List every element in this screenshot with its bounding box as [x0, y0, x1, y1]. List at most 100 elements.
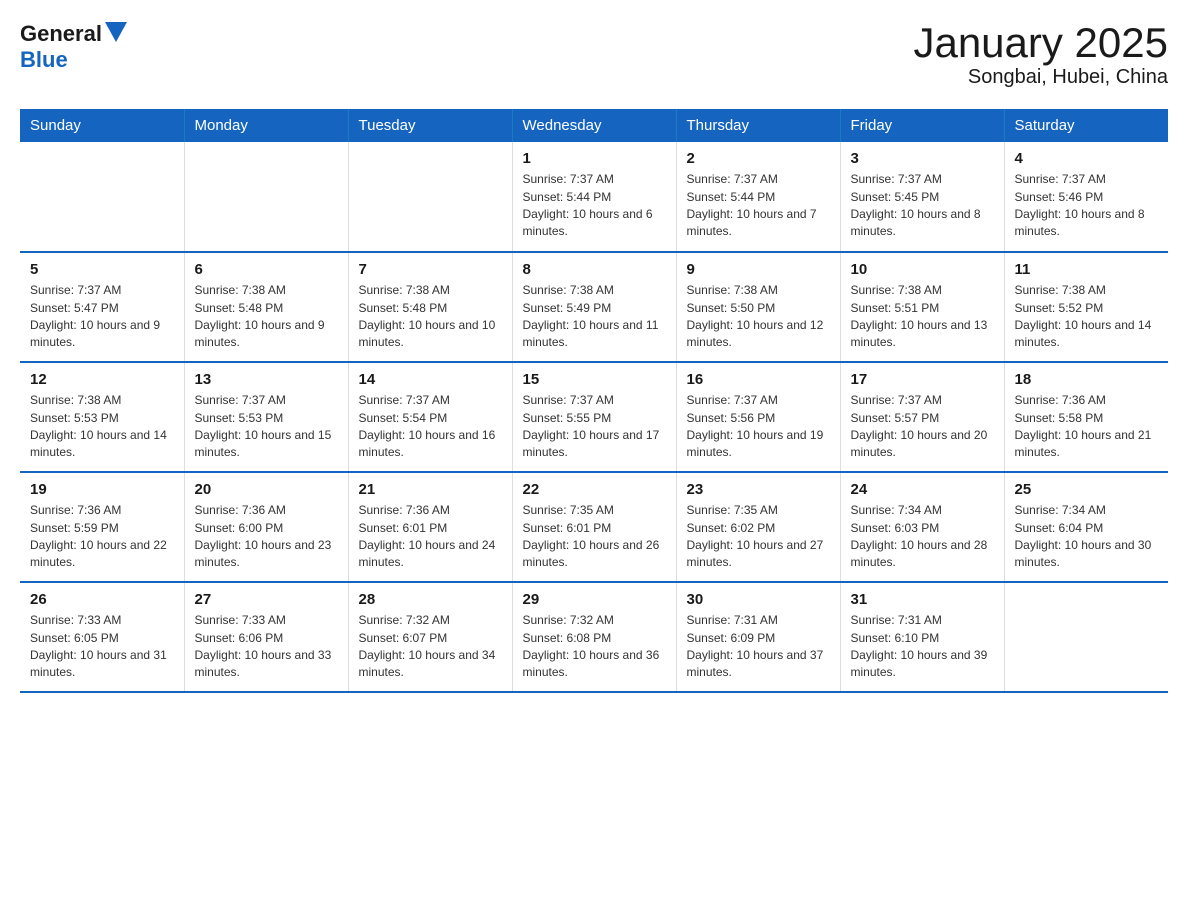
header-sunday: Sunday	[20, 109, 184, 142]
calendar-cell: 23 Sunrise: 7:35 AM Sunset: 6:02 PM Dayli…	[676, 472, 840, 582]
calendar-cell: 29 Sunrise: 7:32 AM Sunset: 6:08 PM Dayli…	[512, 582, 676, 692]
calendar-cell: 31 Sunrise: 7:31 AM Sunset: 6:10 PM Dayli…	[840, 582, 1004, 692]
day-info: Sunrise: 7:31 AM Sunset: 6:09 PM Dayligh…	[687, 612, 830, 682]
header-thursday: Thursday	[676, 109, 840, 142]
day-info: Sunrise: 7:37 AM Sunset: 5:53 PM Dayligh…	[195, 392, 338, 462]
calendar-subtitle: Songbai, Hubei, China	[913, 66, 1168, 89]
day-number: 19	[30, 481, 174, 498]
calendar-cell: 3Sunrise: 7:37 AM Sunset: 5:45 PM Daylig…	[840, 142, 1004, 252]
day-info: Sunrise: 7:31 AM Sunset: 6:10 PM Dayligh…	[851, 612, 994, 682]
day-number: 13	[195, 371, 338, 388]
calendar-cell: 22 Sunrise: 7:35 AM Sunset: 6:01 PM Dayli…	[512, 472, 676, 582]
day-info: Sunrise: 7:38 AM Sunset: 5:51 PM Dayligh…	[851, 282, 994, 352]
calendar-cell: 20 Sunrise: 7:36 AM Sunset: 6:00 PM Dayli…	[184, 472, 348, 582]
day-info: Sunrise: 7:37 AM Sunset: 5:56 PM Dayligh…	[687, 392, 830, 462]
day-info: Sunrise: 7:38 AM Sunset: 5:48 PM Dayligh…	[359, 282, 502, 352]
day-number: 3	[851, 150, 994, 167]
calendar-cell: 16 Sunrise: 7:37 AM Sunset: 5:56 PM Dayli…	[676, 362, 840, 472]
calendar-cell: 13 Sunrise: 7:37 AM Sunset: 5:53 PM Dayli…	[184, 362, 348, 472]
day-info: Sunrise: 7:35 AM Sunset: 6:01 PM Dayligh…	[523, 502, 666, 572]
logo-general-text: General	[20, 21, 102, 47]
day-number: 28	[359, 591, 502, 608]
day-number: 9	[687, 261, 830, 278]
day-number: 17	[851, 371, 994, 388]
day-info: Sunrise: 7:33 AM Sunset: 6:06 PM Dayligh…	[195, 612, 338, 682]
day-number: 6	[195, 261, 338, 278]
day-number: 20	[195, 481, 338, 498]
day-number: 25	[1015, 481, 1159, 498]
day-info: Sunrise: 7:37 AM Sunset: 5:44 PM Dayligh…	[687, 171, 830, 241]
day-info: Sunrise: 7:32 AM Sunset: 6:08 PM Dayligh…	[523, 612, 666, 682]
calendar-table: SundayMondayTuesdayWednesdayThursdayFrid…	[20, 109, 1168, 693]
calendar-cell: 17Sunrise: 7:37 AM Sunset: 5:57 PM Dayli…	[840, 362, 1004, 472]
calendar-title: January 2025	[913, 20, 1168, 66]
day-number: 14	[359, 371, 502, 388]
calendar-cell: 1 Sunrise: 7:37 AM Sunset: 5:44 PM Daylig…	[512, 142, 676, 252]
title-block: January 2025 Songbai, Hubei, China	[913, 20, 1168, 89]
day-number: 31	[851, 591, 994, 608]
day-info: Sunrise: 7:34 AM Sunset: 6:03 PM Dayligh…	[851, 502, 994, 572]
day-info: Sunrise: 7:37 AM Sunset: 5:44 PM Dayligh…	[523, 171, 666, 241]
day-info: Sunrise: 7:37 AM Sunset: 5:54 PM Dayligh…	[359, 392, 502, 462]
calendar-cell: 2 Sunrise: 7:37 AM Sunset: 5:44 PM Daylig…	[676, 142, 840, 252]
calendar-cell: 27Sunrise: 7:33 AM Sunset: 6:06 PM Dayli…	[184, 582, 348, 692]
week-row-1: 5Sunrise: 7:37 AM Sunset: 5:47 PM Daylig…	[20, 252, 1168, 362]
header-saturday: Saturday	[1004, 109, 1168, 142]
day-info: Sunrise: 7:36 AM Sunset: 5:58 PM Dayligh…	[1015, 392, 1159, 462]
day-info: Sunrise: 7:37 AM Sunset: 5:46 PM Dayligh…	[1015, 171, 1159, 241]
day-number: 1	[523, 150, 666, 167]
calendar-cell	[1004, 582, 1168, 692]
day-number: 10	[851, 261, 994, 278]
day-info: Sunrise: 7:38 AM Sunset: 5:53 PM Dayligh…	[30, 392, 174, 462]
week-row-2: 12 Sunrise: 7:38 AM Sunset: 5:53 PM Dayli…	[20, 362, 1168, 472]
calendar-cell: 12 Sunrise: 7:38 AM Sunset: 5:53 PM Dayli…	[20, 362, 184, 472]
day-number: 15	[523, 371, 666, 388]
calendar-cell: 11Sunrise: 7:38 AM Sunset: 5:52 PM Dayli…	[1004, 252, 1168, 362]
day-number: 29	[523, 591, 666, 608]
calendar-cell: 15 Sunrise: 7:37 AM Sunset: 5:55 PM Dayli…	[512, 362, 676, 472]
calendar-cell: 26 Sunrise: 7:33 AM Sunset: 6:05 PM Dayli…	[20, 582, 184, 692]
header-tuesday: Tuesday	[348, 109, 512, 142]
day-info: Sunrise: 7:34 AM Sunset: 6:04 PM Dayligh…	[1015, 502, 1159, 572]
logo: General Blue	[20, 20, 127, 73]
day-info: Sunrise: 7:37 AM Sunset: 5:55 PM Dayligh…	[523, 392, 666, 462]
calendar-cell: 9 Sunrise: 7:38 AM Sunset: 5:50 PM Daylig…	[676, 252, 840, 362]
day-number: 16	[687, 371, 830, 388]
calendar-cell: 21Sunrise: 7:36 AM Sunset: 6:01 PM Dayli…	[348, 472, 512, 582]
day-info: Sunrise: 7:36 AM Sunset: 5:59 PM Dayligh…	[30, 502, 174, 572]
day-info: Sunrise: 7:35 AM Sunset: 6:02 PM Dayligh…	[687, 502, 830, 572]
day-number: 12	[30, 371, 174, 388]
day-number: 7	[359, 261, 502, 278]
calendar-cell: 10 Sunrise: 7:38 AM Sunset: 5:51 PM Dayli…	[840, 252, 1004, 362]
header-row: SundayMondayTuesdayWednesdayThursdayFrid…	[20, 109, 1168, 142]
day-number: 8	[523, 261, 666, 278]
day-info: Sunrise: 7:38 AM Sunset: 5:49 PM Dayligh…	[523, 282, 666, 352]
day-info: Sunrise: 7:36 AM Sunset: 6:01 PM Dayligh…	[359, 502, 502, 572]
week-row-4: 26 Sunrise: 7:33 AM Sunset: 6:05 PM Dayli…	[20, 582, 1168, 692]
calendar-cell: 5Sunrise: 7:37 AM Sunset: 5:47 PM Daylig…	[20, 252, 184, 362]
calendar-cell	[20, 142, 184, 252]
day-number: 23	[687, 481, 830, 498]
calendar-cell	[184, 142, 348, 252]
header-monday: Monday	[184, 109, 348, 142]
day-info: Sunrise: 7:32 AM Sunset: 6:07 PM Dayligh…	[359, 612, 502, 682]
calendar-cell: 14 Sunrise: 7:37 AM Sunset: 5:54 PM Dayli…	[348, 362, 512, 472]
day-number: 18	[1015, 371, 1159, 388]
day-info: Sunrise: 7:33 AM Sunset: 6:05 PM Dayligh…	[30, 612, 174, 682]
day-number: 26	[30, 591, 174, 608]
logo-blue-text: Blue	[20, 47, 68, 73]
day-info: Sunrise: 7:38 AM Sunset: 5:50 PM Dayligh…	[687, 282, 830, 352]
day-number: 30	[687, 591, 830, 608]
day-number: 4	[1015, 150, 1159, 167]
week-row-0: 1 Sunrise: 7:37 AM Sunset: 5:44 PM Daylig…	[20, 142, 1168, 252]
day-info: Sunrise: 7:36 AM Sunset: 6:00 PM Dayligh…	[195, 502, 338, 572]
day-number: 2	[687, 150, 830, 167]
calendar-cell: 25 Sunrise: 7:34 AM Sunset: 6:04 PM Dayli…	[1004, 472, 1168, 582]
calendar-cell	[348, 142, 512, 252]
page-header: General Blue January 2025 Songbai, Hubei…	[20, 20, 1168, 89]
calendar-cell: 8 Sunrise: 7:38 AM Sunset: 5:49 PM Daylig…	[512, 252, 676, 362]
day-info: Sunrise: 7:37 AM Sunset: 5:47 PM Dayligh…	[30, 282, 174, 352]
calendar-cell: 7 Sunrise: 7:38 AM Sunset: 5:48 PM Daylig…	[348, 252, 512, 362]
calendar-cell: 30 Sunrise: 7:31 AM Sunset: 6:09 PM Dayli…	[676, 582, 840, 692]
day-number: 22	[523, 481, 666, 498]
